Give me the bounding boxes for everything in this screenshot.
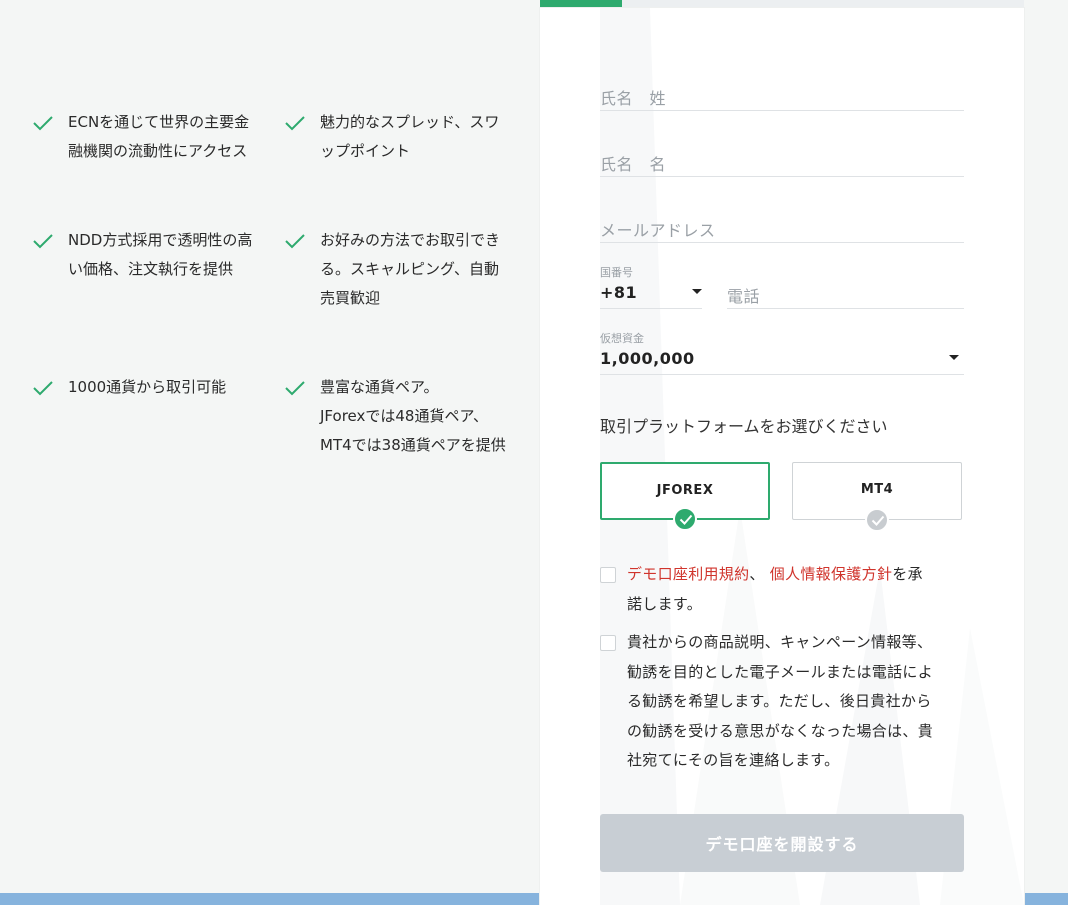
virtual-funds-label: 仮想資金 <box>600 332 644 345</box>
feature-line: JForexでは48通貨ペア、 <box>320 407 488 425</box>
platform-option-mt4[interactable]: MT4 <box>792 462 962 532</box>
progress-bar <box>540 0 1024 8</box>
feature-trading-style: お好みの方法でお取引でき る。スキャルピング、自動 売買歓迎 <box>285 226 555 313</box>
feature-ecn: ECNを通じて世界の主要金 融機関の流動性にアクセス <box>33 108 303 166</box>
marketing-consent-text: 貴社からの商品説明、キャンペーン情報等、 勧誘を目的とした電子メールまたは電話に… <box>627 628 967 776</box>
last-name-field[interactable]: 氏名 姓 <box>600 80 964 111</box>
platform-option-jforex[interactable]: JFOREX <box>600 462 770 531</box>
consent-line: 勧誘を目的とした電子メールまたは電話によ <box>627 662 934 681</box>
email-placeholder: メールアドレス <box>600 221 716 240</box>
feature-line: お好みの方法でお取引でき <box>320 231 501 249</box>
terms-checkbox[interactable] <box>600 567 616 583</box>
check-circle-icon <box>865 508 889 532</box>
first-name-field[interactable]: 氏名 名 <box>600 146 964 177</box>
feature-line: ECNを通じて世界の主要金 <box>68 113 250 131</box>
feature-ndd: NDD方式採用で透明性の高 い価格、注文執行を提供 <box>33 226 303 284</box>
feature-line: 豊富な通貨ペア。 <box>320 378 439 396</box>
check-icon <box>33 116 53 131</box>
country-code-select[interactable]: 国番号 +81 <box>600 262 702 309</box>
progress-fill <box>540 0 623 8</box>
marketing-checkbox[interactable] <box>600 635 616 651</box>
feature-line: 融機関の流動性にアクセス <box>68 142 248 160</box>
demo-terms-link[interactable]: デモ口座利用規約 <box>627 565 749 583</box>
feature-spread: 魅力的なスプレッド、スワ ップポイント <box>285 108 555 166</box>
consent-line: 社宛てにその旨を連絡します。 <box>627 751 840 769</box>
consent-line: の勧誘を受ける意思がなくなった場合は、貴 <box>627 721 934 740</box>
check-icon <box>285 116 305 131</box>
feature-line: NDD方式採用で透明性の高 <box>68 231 253 249</box>
consent-line: る勧誘を希望します。ただし、後日貴社から <box>627 692 932 710</box>
platform-title: 取引プラットフォームをお選びください <box>600 417 888 436</box>
open-demo-account-button[interactable]: デモ口座を開設する <box>600 814 964 872</box>
last-name-placeholder: 氏名 姓 <box>600 89 667 108</box>
check-icon <box>285 381 305 396</box>
consent-text: を承 <box>892 565 923 583</box>
country-code-value: +81 <box>600 283 638 302</box>
feature-pairs: 豊富な通貨ペア。 JForexでは48通貨ペア、 MT4では38通貨ペアを提供 <box>285 373 535 460</box>
feature-line: い価格、注文執行を提供 <box>68 260 234 278</box>
check-icon <box>33 381 53 396</box>
feature-min-lot: 1000通貨から取引可能 <box>33 373 303 402</box>
feature-line: る。スキャルピング、自動 <box>320 260 499 278</box>
virtual-funds-value: 1,000,000 <box>600 349 695 368</box>
country-code-label: 国番号 <box>600 266 633 279</box>
check-icon <box>285 234 305 249</box>
platform-label: JFOREX <box>656 483 714 498</box>
platform-label: MT4 <box>860 482 894 497</box>
phone-field[interactable]: 電話 <box>727 278 964 309</box>
feature-line: ップポイント <box>320 142 411 160</box>
phone-placeholder: 電話 <box>727 287 761 306</box>
consent-separator: 、 <box>749 565 770 583</box>
signup-form: 氏名 姓 氏名 名 メールアドレス 国番号 +81 電話 仮想資金 1,000,… <box>540 8 1024 905</box>
first-name-placeholder: 氏名 名 <box>600 155 667 174</box>
feature-line: MT4では38通貨ペアを提供 <box>320 436 506 454</box>
virtual-funds-select[interactable]: 仮想資金 1,000,000 <box>600 328 964 375</box>
feature-line: 魅力的なスプレッド、スワ <box>320 113 500 131</box>
chevron-down-icon <box>949 355 959 360</box>
consent-line: 貴社からの商品説明、キャンペーン情報等、 <box>627 633 933 651</box>
email-field[interactable]: メールアドレス <box>600 212 964 243</box>
feature-line: 売買歓迎 <box>320 289 381 307</box>
check-circle-icon <box>673 507 697 531</box>
check-icon <box>33 234 53 249</box>
privacy-policy-link[interactable]: 個人情報保護方針 <box>770 565 892 583</box>
consent-text: 諾します。 <box>627 594 703 613</box>
chevron-down-icon <box>692 289 702 294</box>
feature-line: 1000通貨から取引可能 <box>68 378 227 396</box>
terms-consent-text: デモ口座利用規約、 個人情報保護方針を承 諾します。 <box>627 560 967 619</box>
